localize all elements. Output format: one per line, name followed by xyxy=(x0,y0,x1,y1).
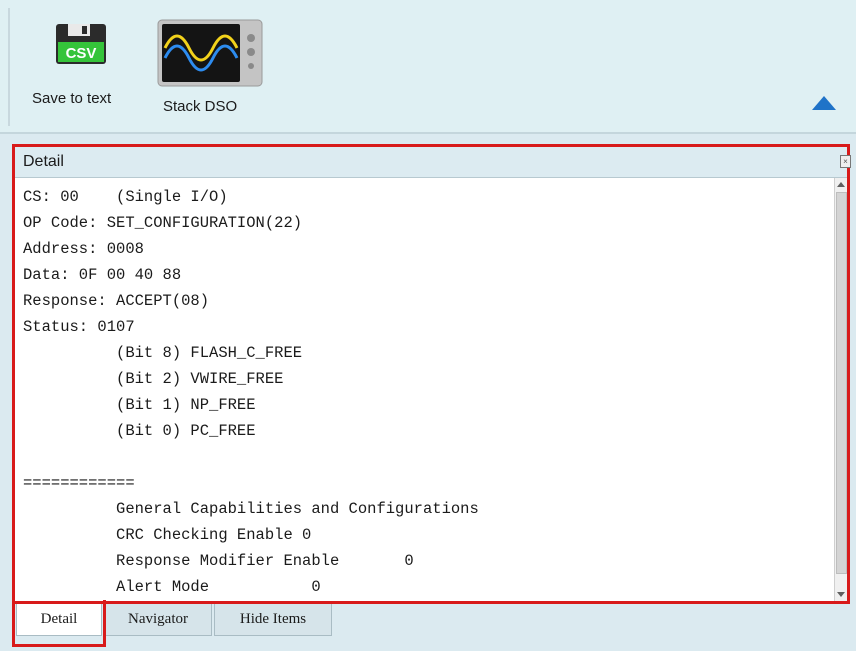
detail-line: CS: 00 (Single I/O) xyxy=(23,188,228,206)
detail-line: Data: 0F 00 40 88 xyxy=(23,266,182,284)
detail-text-area[interactable]: CS: 00 (Single I/O) OP Code: SET_CONFIGUR… xyxy=(15,178,833,601)
detail-line: CRC Checking Enable 0 xyxy=(23,526,312,544)
detail-line: (Bit 0) PC_FREE xyxy=(23,422,256,440)
detail-line: General Capabilities and Configurations xyxy=(23,500,479,518)
tab-hide-items[interactable]: Hide Items xyxy=(214,604,332,636)
detail-panel-header: Detail × xyxy=(15,147,851,178)
detail-line: (Bit 2) VWIRE_FREE xyxy=(23,370,284,388)
detail-line: OP Code: SET_CONFIGURATION(22) xyxy=(23,214,303,232)
bottom-tabs: Detail Navigator Hide Items xyxy=(12,604,856,651)
detail-line: Address: 0008 xyxy=(23,240,144,258)
detail-panel: Detail × CS: 00 (Single I/O) OP Code: SET… xyxy=(12,144,851,604)
detail-line xyxy=(23,444,833,470)
scroll-down-icon[interactable] xyxy=(837,592,845,597)
detail-line: ============ xyxy=(23,474,135,492)
detail-line: (Bit 1) NP_FREE xyxy=(23,396,256,414)
detail-line: Status: 0107 xyxy=(23,318,135,336)
collapse-ribbon-icon[interactable] xyxy=(812,96,836,110)
save-to-text-label: Save to text xyxy=(32,90,112,107)
stack-dso-button[interactable]: Stack DSO xyxy=(155,18,267,122)
panel-title: Detail xyxy=(23,153,64,170)
tab-detail[interactable]: Detail xyxy=(16,604,102,636)
oscilloscope-icon xyxy=(157,19,263,87)
ribbon-divider xyxy=(8,8,10,126)
vertical-scrollbar[interactable] xyxy=(834,178,847,601)
scroll-thumb[interactable] xyxy=(836,192,847,574)
svg-text:CSV: CSV xyxy=(66,45,97,62)
csv-floppy-icon: CSV xyxy=(56,24,106,64)
tab-navigator[interactable]: Navigator xyxy=(104,604,212,636)
close-icon[interactable]: × xyxy=(840,155,851,168)
detail-line: (Bit 8) FLASH_C_FREE xyxy=(23,344,303,362)
detail-line: Response Modifier Enable 0 xyxy=(23,552,414,570)
detail-line: Response: ACCEPT(08) xyxy=(23,292,210,310)
toolbar-ribbon: CSV Save to text Stack DSO xyxy=(0,0,856,134)
save-to-text-button[interactable]: CSV Save to text xyxy=(26,18,136,114)
scroll-up-icon[interactable] xyxy=(837,182,845,187)
detail-line: Alert Mode 0 xyxy=(23,578,321,596)
stack-dso-label: Stack DSO xyxy=(163,98,238,115)
